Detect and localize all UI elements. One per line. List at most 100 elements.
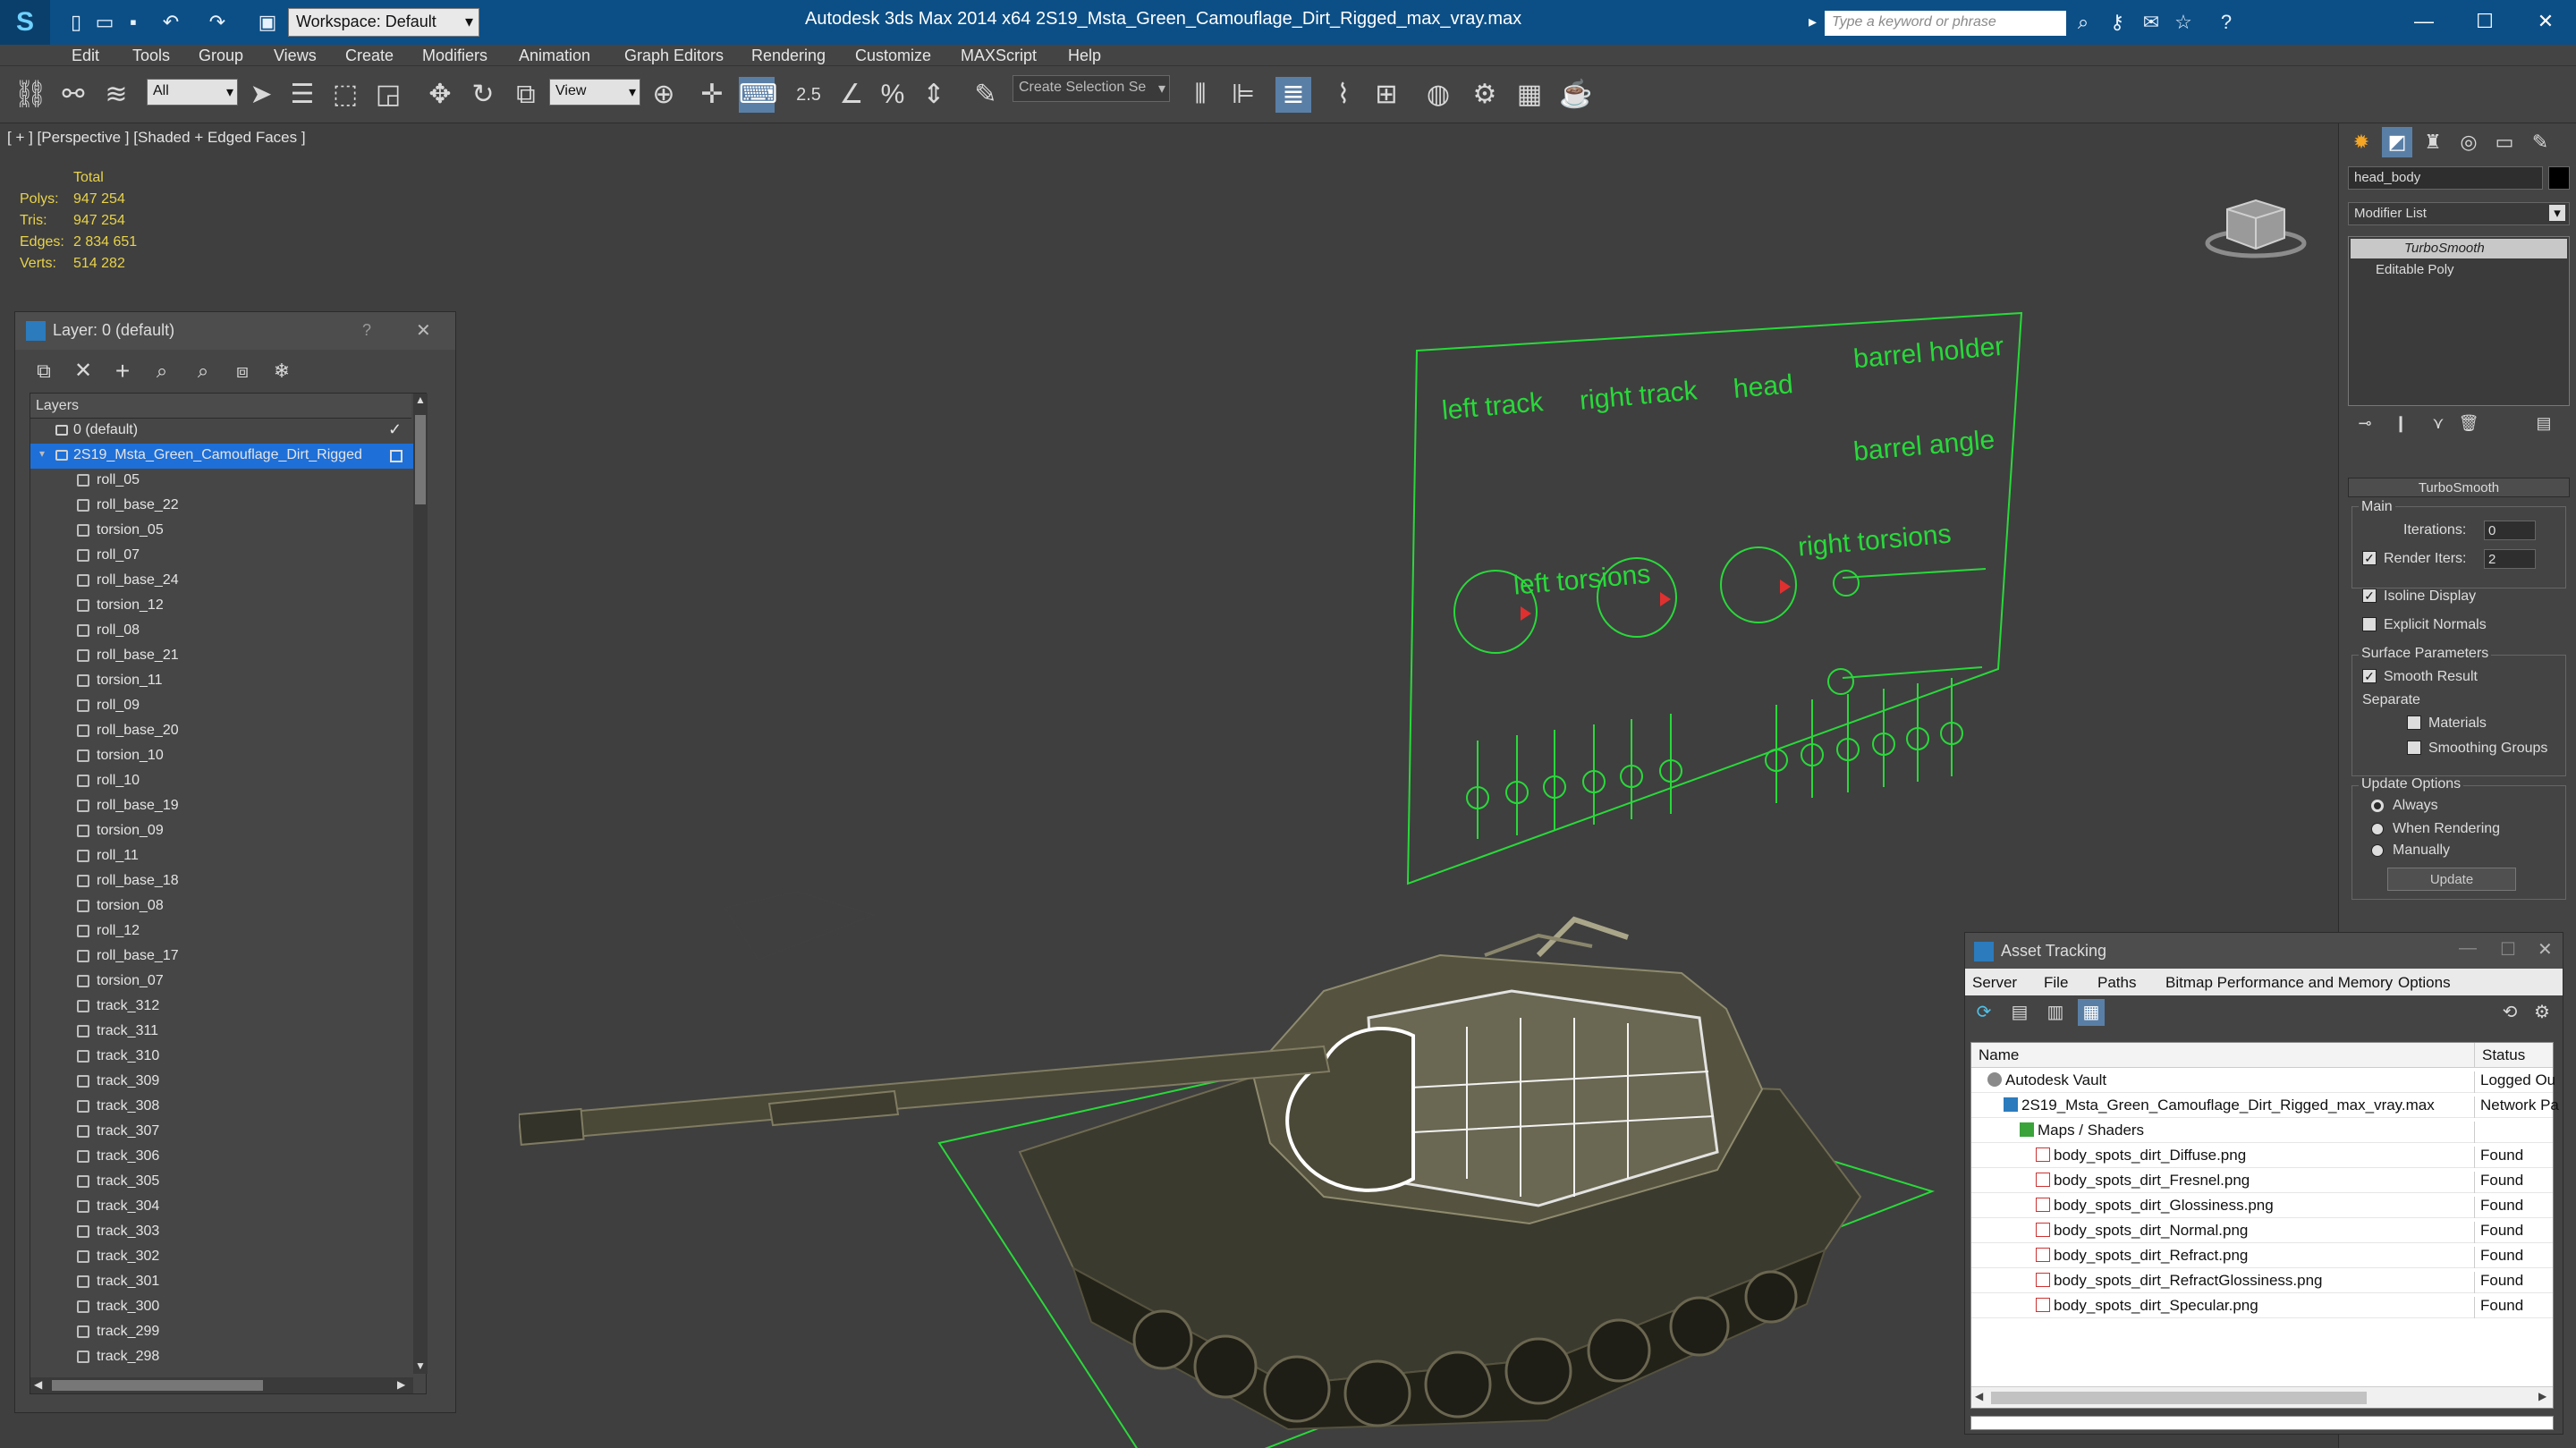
select-layer-objects-icon[interactable]: ⌕	[144, 353, 180, 389]
menu-graph-editors[interactable]: Graph Editors	[624, 47, 724, 65]
layer-panel-help-icon[interactable]: ?	[362, 321, 371, 340]
asset-row[interactable]: body_spots_dirt_Specular.png Found	[1971, 1293, 2553, 1318]
asset-row[interactable]: Autodesk Vault Logged Ou	[1971, 1068, 2555, 1093]
select-object-icon[interactable]: ➤	[243, 77, 279, 113]
asset-path-field[interactable]	[1970, 1416, 2554, 1430]
set-current-layer-box[interactable]	[390, 450, 402, 462]
asset-row[interactable]: body_spots_dirt_Glossiness.png Found	[1971, 1193, 2553, 1218]
layer-object-row[interactable]: track_299	[30, 1320, 413, 1345]
menu-help[interactable]: Help	[1068, 47, 1101, 65]
layer-panel-title[interactable]: Layer: 0 (default)	[15, 312, 455, 350]
menu-maxscript[interactable]: MAXScript	[961, 47, 1037, 65]
layer-object-row[interactable]: roll_09	[30, 694, 413, 719]
layer-object-row[interactable]: torsion_07	[30, 970, 413, 995]
layer-object-row[interactable]: track_308	[30, 1095, 413, 1120]
layer-object-row[interactable]: torsion_05	[30, 519, 413, 544]
delete-layer-icon[interactable]: ✕	[65, 353, 101, 389]
layer-object-row[interactable]: torsion_10	[30, 744, 413, 769]
mirror-icon[interactable]: ⫴	[1182, 77, 1218, 113]
layer-object-row[interactable]: torsion_08	[30, 894, 413, 919]
stack-item-turbosmooth[interactable]: TurboSmooth	[2351, 239, 2567, 258]
layer-object-row[interactable]: track_305	[30, 1170, 413, 1195]
modifier-list-dropdown[interactable]: Modifier List ▾	[2348, 202, 2570, 225]
layer-object-row[interactable]: torsion_09	[30, 819, 413, 844]
viewcube-icon[interactable]	[2200, 166, 2317, 265]
window-crossing-icon[interactable]: ◲	[370, 77, 406, 113]
align-icon[interactable]: ⊫	[1225, 77, 1261, 113]
search-input[interactable]: Type a keyword or phrase	[1825, 11, 2066, 36]
asset-menu-paths[interactable]: Paths	[2097, 974, 2136, 992]
vault-login-icon[interactable]: ⟲	[2496, 999, 2523, 1026]
display-tab-icon[interactable]: ▭	[2489, 127, 2520, 157]
stack-item-editable-poly[interactable]: Editable Poly	[2351, 260, 2567, 280]
keyboard-shortcut-override-icon[interactable]: ⌨	[739, 77, 777, 113]
layer-expanded-icon[interactable]: ▾	[39, 447, 45, 460]
vscroll-down-icon[interactable]: ▼	[415, 1359, 426, 1372]
layer-object-row[interactable]: roll_base_22	[30, 494, 413, 519]
asset-row[interactable]: body_spots_dirt_Fresnel.png Found	[1971, 1168, 2553, 1193]
pin-stack-icon[interactable]: ⊸	[2351, 410, 2378, 436]
table-view-icon[interactable]: ▦	[2078, 999, 2105, 1026]
menu-modifiers[interactable]: Modifiers	[422, 47, 487, 65]
explicit-normals-checkbox[interactable]	[2362, 617, 2377, 631]
layer-object-row[interactable]: track_310	[30, 1045, 413, 1070]
percent-snap-icon[interactable]: %	[875, 77, 911, 113]
layer-object-row[interactable]: track_303	[30, 1220, 413, 1245]
when-rendering-radio[interactable]	[2371, 823, 2384, 835]
asset-minimize-icon[interactable]: —	[2459, 938, 2477, 959]
curve-editor-icon[interactable]: ⌇	[1326, 77, 1361, 113]
layer-object-row[interactable]: track_298	[30, 1345, 413, 1370]
column-name-header[interactable]: Name	[1979, 1046, 2019, 1064]
freeze-all-layers-icon[interactable]: ❄	[264, 353, 300, 389]
vscroll-up-icon[interactable]: ▲	[415, 394, 426, 406]
asset-row[interactable]: body_spots_dirt_Diffuse.png Found	[1971, 1143, 2553, 1168]
asset-hscroll-thumb[interactable]	[1991, 1392, 2367, 1404]
communication-icon[interactable]: ✉	[2140, 11, 2163, 34]
motion-tab-icon[interactable]: ◎	[2453, 127, 2484, 157]
menu-edit[interactable]: Edit	[72, 47, 99, 65]
layers-header[interactable]: Layers	[30, 394, 411, 419]
layer-object-row[interactable]: track_301	[30, 1270, 413, 1295]
show-end-result-icon[interactable]: ❙	[2387, 410, 2414, 436]
layer-object-row[interactable]: roll_05	[30, 469, 413, 494]
layer-list-hscroll[interactable]: ◀ ▶	[30, 1377, 413, 1393]
asset-hscroll[interactable]: ◀ ▶	[1971, 1386, 2553, 1408]
layer-object-row[interactable]: roll_base_20	[30, 719, 413, 744]
layer-object-row[interactable]: roll_11	[30, 844, 413, 869]
snaps-toggle-icon[interactable]: 2.5	[791, 77, 826, 113]
redo-icon[interactable]: ↷	[206, 11, 229, 34]
modify-tab-icon[interactable]: ◩	[2382, 127, 2412, 157]
select-and-scale-icon[interactable]: ⧉	[508, 77, 544, 113]
menu-group[interactable]: Group	[199, 47, 243, 65]
schematic-view-icon[interactable]: ⊞	[1368, 77, 1404, 113]
layer-object-row[interactable]: track_312	[30, 995, 413, 1020]
layer-object-row[interactable]: track_307	[30, 1120, 413, 1145]
update-button[interactable]: Update	[2387, 868, 2516, 891]
layer-object-row[interactable]: roll_base_19	[30, 794, 413, 819]
key-icon[interactable]: ⚷	[2106, 11, 2129, 34]
make-unique-icon[interactable]: ⋎	[2425, 410, 2452, 436]
layer-object-row[interactable]: roll_12	[30, 919, 413, 944]
refresh-icon[interactable]: ⟳	[1970, 999, 1997, 1026]
create-layer-icon[interactable]: ⧉	[26, 353, 62, 389]
hscroll-thumb[interactable]	[52, 1380, 263, 1391]
undo-icon[interactable]: ↶	[159, 11, 182, 34]
layer-object-row[interactable]: roll_base_21	[30, 644, 413, 669]
layer-object-row[interactable]: roll_08	[30, 619, 413, 644]
tank-3d-model[interactable]	[519, 803, 1950, 1448]
create-tab-icon[interactable]: ✹	[2346, 127, 2377, 157]
selection-filter-dropdown[interactable]: All ▾	[147, 79, 238, 106]
close-window-button[interactable]: ✕	[2521, 4, 2571, 39]
asset-menu-bitmap[interactable]: Bitmap Performance and Memory	[2165, 974, 2393, 992]
layer-list-vscroll[interactable]: ▲ ▼	[413, 394, 428, 1374]
layer-object-row[interactable]: track_309	[30, 1070, 413, 1095]
layer-manager-icon[interactable]: ≣	[1275, 77, 1311, 113]
maximize-button[interactable]: ☐	[2460, 4, 2510, 39]
angle-snap-icon[interactable]: ∠	[834, 77, 869, 113]
layer-object-row[interactable]: track_300	[30, 1295, 413, 1320]
help-icon[interactable]: ?	[2215, 11, 2238, 34]
binoculars-icon[interactable]: ⌕	[2072, 11, 2095, 34]
turbosmooth-rollout-header[interactable]: TurboSmooth	[2348, 478, 2570, 497]
layer-object-row[interactable]: track_302	[30, 1245, 413, 1270]
asset-maximize-icon[interactable]: ☐	[2500, 938, 2516, 961]
